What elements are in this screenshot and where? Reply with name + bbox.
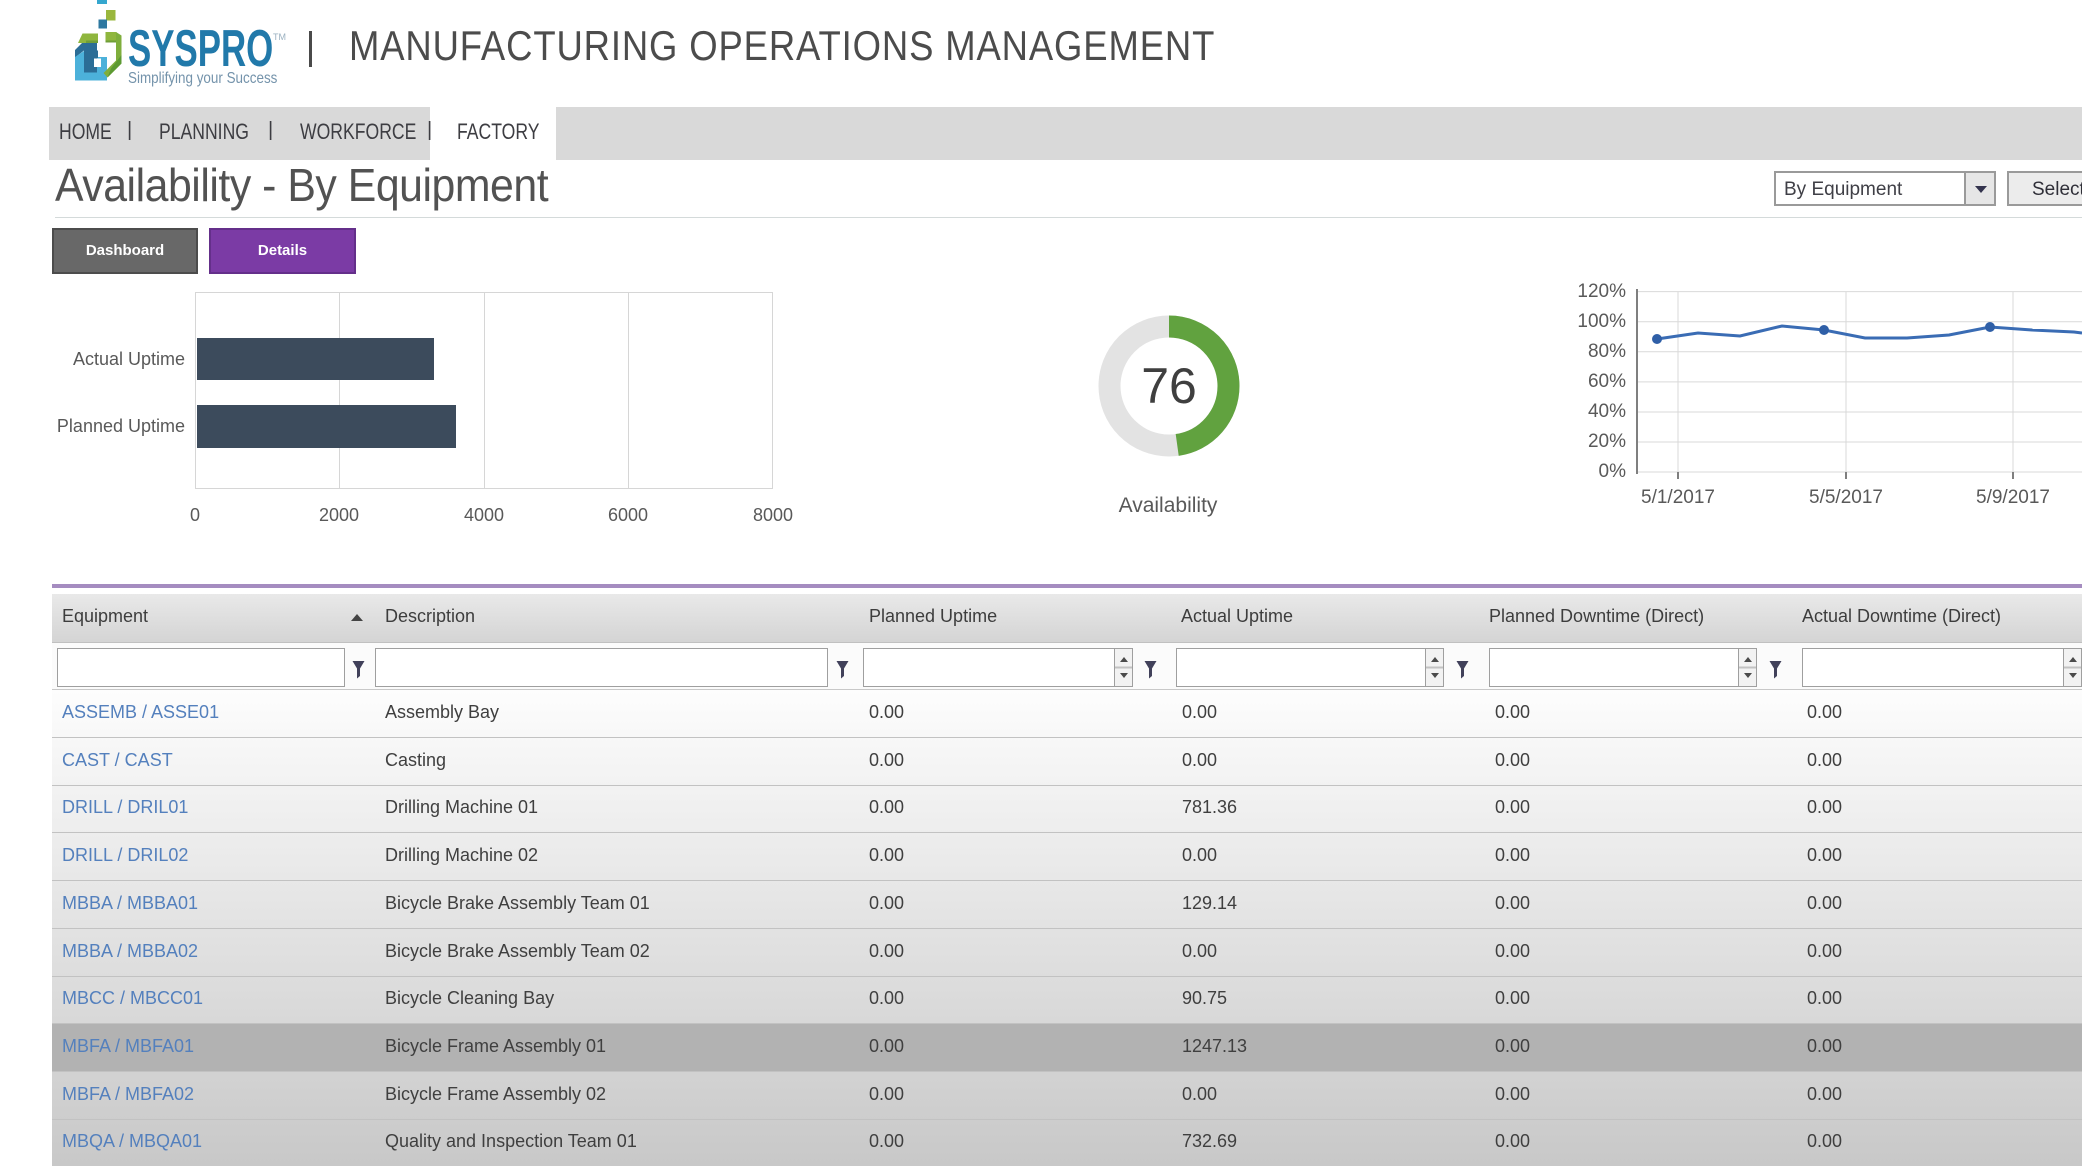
svg-text:40%: 40%: [1588, 401, 1626, 422]
svg-text:60%: 60%: [1588, 371, 1626, 392]
svg-text:20%: 20%: [1588, 431, 1626, 452]
svg-text:100%: 100%: [1577, 311, 1626, 332]
svg-text:76: 76: [1141, 358, 1197, 414]
svg-text:5/9/2017: 5/9/2017: [1976, 487, 2050, 508]
svg-text:0%: 0%: [1599, 461, 1627, 482]
svg-text:80%: 80%: [1588, 341, 1626, 362]
svg-text:5/1/2017: 5/1/2017: [1641, 487, 1715, 508]
svg-text:5/5/2017: 5/5/2017: [1809, 487, 1883, 508]
svg-text:120%: 120%: [1577, 281, 1626, 302]
